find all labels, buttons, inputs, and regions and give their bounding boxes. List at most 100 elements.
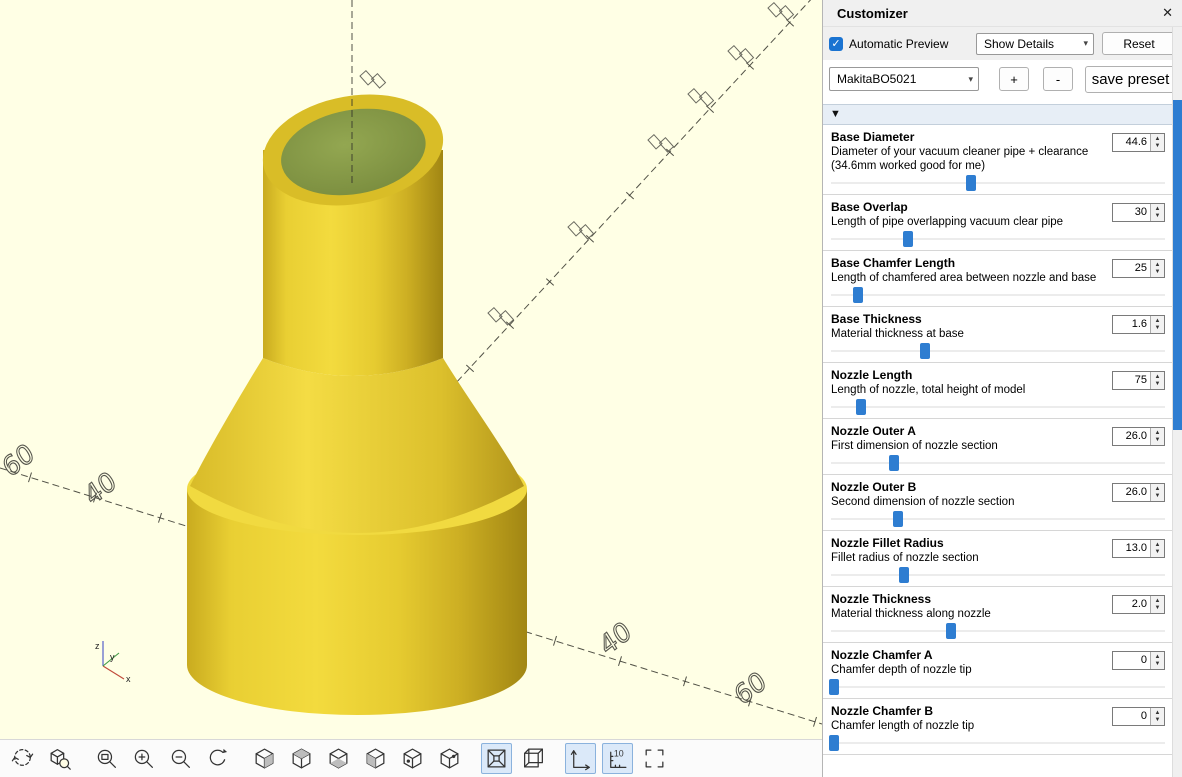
slider-handle[interactable]: [946, 623, 956, 639]
view-front-button[interactable]: [397, 743, 428, 774]
spin-up-icon[interactable]: ▲: [1155, 262, 1161, 269]
parameter-spinbox[interactable]: 26.0 ▲ ▼: [1112, 483, 1165, 502]
slider-track: [831, 238, 1165, 240]
details-dropdown[interactable]: Show Details ▾: [976, 33, 1094, 55]
slider-track: [831, 182, 1165, 184]
orthogonal-button[interactable]: [518, 743, 549, 774]
parameter-spinbox[interactable]: 0 ▲ ▼: [1112, 651, 1165, 670]
reset-button[interactable]: Reset: [1102, 32, 1176, 55]
spin-up-icon[interactable]: ▲: [1155, 486, 1161, 493]
show-crosshairs-button[interactable]: [639, 743, 670, 774]
spinbox-arrows[interactable]: ▲ ▼: [1150, 652, 1164, 669]
rotate-view-button[interactable]: [7, 743, 38, 774]
slider-handle[interactable]: [966, 175, 976, 191]
zoom-out-button[interactable]: [165, 743, 196, 774]
view-back-button[interactable]: [434, 743, 465, 774]
slider-handle[interactable]: [903, 231, 913, 247]
parameter-slider[interactable]: [831, 175, 1165, 192]
slider-handle[interactable]: [899, 567, 909, 583]
spin-down-icon[interactable]: ▼: [1155, 437, 1161, 444]
parameter-spinbox[interactable]: 30 ▲ ▼: [1112, 203, 1165, 222]
spinbox-arrows[interactable]: ▲ ▼: [1150, 316, 1164, 333]
spin-down-icon[interactable]: ▼: [1155, 325, 1161, 332]
spin-down-icon[interactable]: ▼: [1155, 661, 1161, 668]
parameter-slider[interactable]: [831, 567, 1165, 584]
spin-up-icon[interactable]: ▲: [1155, 430, 1161, 437]
spinbox-arrows[interactable]: ▲ ▼: [1150, 204, 1164, 221]
save-preset-button[interactable]: save preset: [1085, 66, 1176, 93]
view-left-button[interactable]: [360, 743, 391, 774]
parameter-spinbox[interactable]: 44.6 ▲ ▼: [1112, 133, 1165, 152]
spin-up-icon[interactable]: ▲: [1155, 710, 1161, 717]
parameter-slider[interactable]: [831, 679, 1165, 696]
parameter-spinbox[interactable]: 25 ▲ ▼: [1112, 259, 1165, 278]
spin-down-icon[interactable]: ▼: [1155, 605, 1161, 612]
show-scale-markers-button[interactable]: 10: [602, 743, 633, 774]
reset-view-button[interactable]: [202, 743, 233, 774]
automatic-preview-checkbox[interactable]: ✓: [829, 37, 843, 51]
view-bottom-button[interactable]: [323, 743, 354, 774]
spin-up-icon[interactable]: ▲: [1155, 136, 1161, 143]
parameter-slider[interactable]: [831, 399, 1165, 416]
spinbox-arrows[interactable]: ▲ ▼: [1150, 372, 1164, 389]
parameter-label: Nozzle Outer A: [831, 424, 1108, 439]
spin-up-icon[interactable]: ▲: [1155, 374, 1161, 381]
spinbox-arrows[interactable]: ▲ ▼: [1150, 708, 1164, 725]
parameter-slider[interactable]: [831, 511, 1165, 528]
perspective-button[interactable]: [481, 743, 512, 774]
slider-handle[interactable]: [853, 287, 863, 303]
parameter-spinbox[interactable]: 2.0 ▲ ▼: [1112, 595, 1165, 614]
close-icon[interactable]: ✕: [1162, 5, 1173, 21]
spin-up-icon[interactable]: ▲: [1155, 654, 1161, 661]
slider-handle[interactable]: [829, 679, 839, 695]
parameter-spinbox[interactable]: 1.6 ▲ ▼: [1112, 315, 1165, 334]
spin-down-icon[interactable]: ▼: [1155, 549, 1161, 556]
show-axes-button[interactable]: [565, 743, 596, 774]
3d-viewport[interactable]: 60 40 40 60 z y x: [0, 0, 822, 739]
parameter-slider[interactable]: [831, 455, 1165, 472]
spin-up-icon[interactable]: ▲: [1155, 318, 1161, 325]
parameter-slider[interactable]: [831, 623, 1165, 640]
spin-down-icon[interactable]: ▼: [1155, 381, 1161, 388]
parameter-spinbox[interactable]: 13.0 ▲ ▼: [1112, 539, 1165, 558]
slider-handle[interactable]: [920, 343, 930, 359]
spin-up-icon[interactable]: ▲: [1155, 206, 1161, 213]
parameter-description: Second dimension of nozzle section: [831, 495, 1108, 509]
spinbox-arrows[interactable]: ▲ ▼: [1150, 134, 1164, 151]
parameter-spinbox[interactable]: 26.0 ▲ ▼: [1112, 427, 1165, 446]
slider-handle[interactable]: [856, 399, 866, 415]
preset-dropdown[interactable]: MakitaBO5021 ▾: [829, 67, 979, 91]
zoom-in-button[interactable]: [128, 743, 159, 774]
spinbox-arrows[interactable]: ▲ ▼: [1150, 540, 1164, 557]
parameter-slider[interactable]: [831, 231, 1165, 248]
parameter-spinbox[interactable]: 0 ▲ ▼: [1112, 707, 1165, 726]
spinbox-arrows[interactable]: ▲ ▼: [1150, 260, 1164, 277]
spin-down-icon[interactable]: ▼: [1155, 269, 1161, 276]
slider-handle[interactable]: [829, 735, 839, 751]
spin-down-icon[interactable]: ▼: [1155, 717, 1161, 724]
view-all-button[interactable]: [91, 743, 122, 774]
show-axes-icon: [568, 746, 593, 771]
spin-down-icon[interactable]: ▼: [1155, 493, 1161, 500]
zoom-all-button[interactable]: [44, 743, 75, 774]
scrollbar-thumb[interactable]: [1173, 100, 1182, 430]
slider-handle[interactable]: [893, 511, 903, 527]
parameter-section-header[interactable]: ▼: [823, 104, 1182, 125]
spin-down-icon[interactable]: ▼: [1155, 143, 1161, 150]
add-preset-button[interactable]: +: [999, 67, 1029, 91]
spin-up-icon[interactable]: ▲: [1155, 598, 1161, 605]
spinbox-arrows[interactable]: ▲ ▼: [1150, 596, 1164, 613]
remove-preset-button[interactable]: -: [1043, 67, 1073, 91]
spinbox-arrows[interactable]: ▲ ▼: [1150, 484, 1164, 501]
view-top-button[interactable]: [286, 743, 317, 774]
parameter-slider[interactable]: [831, 735, 1165, 752]
spin-down-icon[interactable]: ▼: [1155, 213, 1161, 220]
slider-handle[interactable]: [889, 455, 899, 471]
parameter-spinbox[interactable]: 75 ▲ ▼: [1112, 371, 1165, 390]
panel-scrollbar[interactable]: [1172, 27, 1182, 777]
view-right-button[interactable]: [249, 743, 280, 774]
spin-up-icon[interactable]: ▲: [1155, 542, 1161, 549]
spinbox-arrows[interactable]: ▲ ▼: [1150, 428, 1164, 445]
parameter-slider[interactable]: [831, 343, 1165, 360]
parameter-slider[interactable]: [831, 287, 1165, 304]
